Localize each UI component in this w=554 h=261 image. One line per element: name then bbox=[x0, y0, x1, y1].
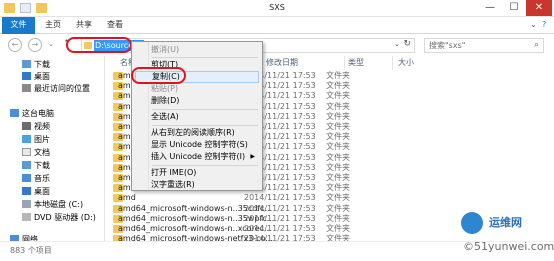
refresh-icon[interactable]: ↻ bbox=[403, 39, 411, 49]
watermark-title: 运维网 bbox=[489, 216, 522, 229]
watermark-subtitle: ©51yunwei.com bbox=[463, 240, 554, 253]
tab-file[interactable]: 文件 bbox=[2, 17, 35, 34]
menu-item-select-all[interactable]: 全选(A) bbox=[135, 111, 259, 123]
title-bar: SXS — ☐ ✕ bbox=[0, 0, 554, 17]
row-type: 文件夹 bbox=[326, 132, 350, 142]
address-dropdown-icon[interactable]: ⌄ bbox=[394, 40, 400, 48]
back-icon[interactable]: ← bbox=[8, 38, 22, 52]
dvd-drive-icon bbox=[22, 213, 31, 221]
row-type: 文件夹 bbox=[326, 162, 350, 172]
tab-share[interactable]: 共享 bbox=[71, 17, 97, 34]
sidebar-item-videos[interactable]: 视频 bbox=[22, 121, 50, 133]
submenu-arrow-icon: ▶ bbox=[250, 153, 255, 160]
row-date: 2014/11/21 17:53 bbox=[244, 224, 316, 233]
pictures-icon bbox=[22, 135, 31, 143]
menu-item-insert-unicode[interactable]: 插入 Unicode 控制字符(I) ▶ bbox=[135, 151, 259, 163]
column-header-date[interactable]: 修改日期 bbox=[266, 56, 298, 70]
table-row[interactable]: amd64_microsoft-windows-n..35cdfc... 2014… bbox=[106, 204, 406, 214]
desktop-icon bbox=[22, 187, 31, 195]
recent-locations-icon[interactable]: ⌄ bbox=[48, 40, 54, 48]
menu-item-delete[interactable]: 删除(D) bbox=[135, 95, 259, 107]
row-type: 文件夹 bbox=[326, 91, 350, 101]
menu-item-rtl[interactable]: 从右到左的阅读顺序(R) bbox=[135, 127, 259, 139]
search-icon[interactable]: ⌕ bbox=[534, 39, 539, 52]
column-header-type[interactable]: 类型 bbox=[348, 56, 364, 70]
annotation-circle-address bbox=[66, 37, 132, 53]
sidebar-item-downloads-pc[interactable]: 下载 bbox=[22, 160, 50, 172]
row-type: 文件夹 bbox=[326, 213, 350, 223]
menu-item-show-unicode[interactable]: 显示 Unicode 控制字符(S) bbox=[135, 139, 259, 151]
sidebar-item-drive-c[interactable]: 本地磁盘 (C:) bbox=[22, 199, 83, 211]
row-type: 文件夹 bbox=[326, 224, 350, 233]
expand-ribbon-icon[interactable]: ⌄ bbox=[530, 20, 537, 29]
tab-view[interactable]: 查看 bbox=[102, 17, 128, 34]
search-placeholder: 搜索"sxs" bbox=[429, 41, 466, 50]
minimize-button[interactable]: — bbox=[478, 0, 502, 16]
row-type: 文件夹 bbox=[326, 203, 350, 213]
downloads-icon bbox=[22, 60, 31, 68]
sidebar-item-recent[interactable]: 最近访问的位置 bbox=[22, 83, 90, 95]
downloads-icon bbox=[22, 161, 31, 169]
recent-places-icon bbox=[22, 84, 31, 92]
documents-icon bbox=[22, 148, 31, 156]
forward-icon[interactable]: → bbox=[28, 38, 42, 52]
sidebar-item-desktop-pc[interactable]: 桌面 bbox=[22, 186, 50, 198]
menu-item-paste[interactable]: 粘贴(P) bbox=[135, 83, 259, 95]
watermark-logo: 运维网 ©51yunwei.com bbox=[461, 210, 554, 261]
music-icon bbox=[22, 174, 31, 182]
menu-separator bbox=[152, 165, 258, 166]
row-type: 文件夹 bbox=[326, 152, 350, 162]
menu-item-label: 插入 Unicode 控制字符(I) bbox=[151, 152, 246, 161]
sidebar-item-drive-d[interactable]: DVD 驱动器 (D:) bbox=[22, 212, 96, 224]
sidebar-item-downloads[interactable]: 下载 bbox=[22, 59, 50, 71]
navigation-pane: 下载 桌面 最近访问的位置 这台电脑 视频 图片 文档 下载 音乐 桌面 本地磁… bbox=[0, 56, 104, 244]
row-date: 2014/11/21 17:53 bbox=[244, 213, 316, 223]
menu-separator bbox=[152, 125, 258, 126]
table-row[interactable]: amd64_microsoft-windows-n..35wpfc... 2014… bbox=[106, 214, 406, 224]
watermark-globe-icon bbox=[461, 212, 483, 234]
column-header-size[interactable]: 大小 bbox=[398, 56, 414, 70]
title-text: SXS bbox=[269, 3, 285, 12]
menu-item-undo[interactable]: 撤消(U) bbox=[135, 44, 259, 56]
column-separator[interactable] bbox=[392, 56, 393, 70]
row-name: amd bbox=[118, 193, 136, 203]
column-separator[interactable] bbox=[344, 56, 345, 70]
annotation-circle-copy bbox=[131, 67, 186, 84]
videos-icon bbox=[22, 122, 31, 130]
row-type: 文件夹 bbox=[326, 193, 350, 203]
desktop-icon bbox=[22, 72, 31, 80]
menu-item-open-ime[interactable]: 打开 IME(O) bbox=[135, 167, 259, 179]
sidebar-item-music[interactable]: 音乐 bbox=[22, 173, 50, 185]
row-type: 文件夹 bbox=[326, 142, 350, 152]
table-row[interactable]: amd 2014/11/21 17:53 文件夹 bbox=[106, 193, 406, 203]
row-type: 文件夹 bbox=[326, 101, 350, 111]
context-menu: 撤消(U) 剪切(T) 复制(C) 粘贴(P) 删除(D) 全选(A) 从右到左… bbox=[131, 41, 263, 191]
ribbon-tabs: 文件 主页 共享 查看 ⌄ ? bbox=[0, 17, 554, 34]
search-input[interactable]: 搜索"sxs" ⌕ bbox=[424, 38, 544, 53]
table-row[interactable]: amd64_microsoft-windows-n..xcorec... 2014… bbox=[106, 224, 406, 234]
sidebar-item-desktop[interactable]: 桌面 bbox=[22, 71, 50, 83]
row-type: 文件夹 bbox=[326, 111, 350, 121]
sidebar-item-pictures[interactable]: 图片 bbox=[22, 134, 50, 146]
pane-divider bbox=[104, 56, 105, 241]
row-date: 2014/11/21 17:53 bbox=[244, 203, 316, 213]
menu-item-reconversion[interactable]: 汉字重选(R) bbox=[135, 179, 259, 191]
menu-separator bbox=[152, 109, 258, 110]
menu-separator bbox=[152, 57, 258, 58]
computer-icon bbox=[10, 109, 19, 117]
row-type: 文件夹 bbox=[326, 183, 350, 193]
help-icon[interactable]: ? bbox=[542, 20, 546, 29]
tab-home[interactable]: 主页 bbox=[40, 17, 66, 34]
sidebar-item-this-pc[interactable]: 这台电脑 bbox=[10, 108, 54, 120]
row-type: 文件夹 bbox=[326, 173, 350, 182]
row-type: 文件夹 bbox=[326, 122, 350, 131]
row-date: 2014/11/21 17:53 bbox=[244, 193, 316, 203]
item-count: 883 个项目 bbox=[10, 246, 52, 255]
maximize-button[interactable]: ☐ bbox=[502, 0, 526, 16]
row-type: 文件夹 bbox=[326, 71, 350, 80]
close-button[interactable]: ✕ bbox=[526, 0, 552, 16]
row-type: 文件夹 bbox=[326, 81, 350, 91]
sidebar-item-documents[interactable]: 文档 bbox=[22, 147, 50, 159]
hard-drive-icon bbox=[22, 200, 31, 208]
